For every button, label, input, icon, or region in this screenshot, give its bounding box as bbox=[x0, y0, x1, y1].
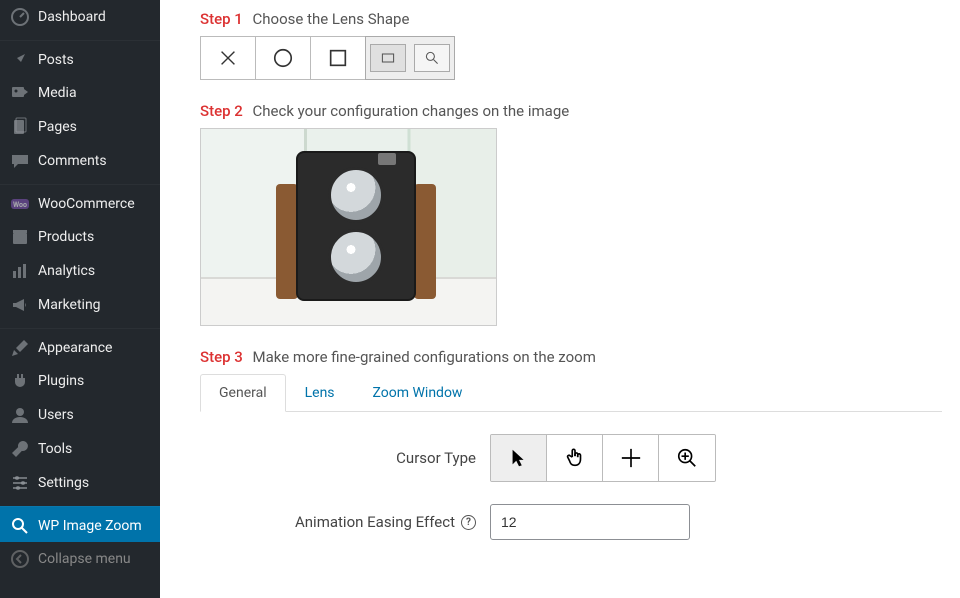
step2-text: Check your configuration changes on the … bbox=[253, 102, 570, 120]
step3-text: Make more fine-grained configurations on… bbox=[253, 348, 596, 366]
easing-row: Animation Easing Effect ? bbox=[200, 504, 942, 540]
lens-option-square[interactable] bbox=[310, 36, 366, 80]
cursor-type-label: Cursor Type bbox=[396, 449, 476, 467]
step2-section: Step 2 Check your configuration changes … bbox=[200, 102, 942, 326]
sidebar-item-label: Tools bbox=[38, 441, 72, 457]
step1-text: Choose the Lens Shape bbox=[253, 10, 410, 28]
sidebar-item-pages[interactable]: Pages bbox=[0, 110, 160, 144]
lens-option-window-group[interactable] bbox=[365, 36, 455, 80]
woocommerce-icon: Woo bbox=[10, 194, 30, 214]
user-icon bbox=[10, 405, 30, 425]
easing-input[interactable] bbox=[490, 504, 690, 540]
cursor-option-default[interactable] bbox=[491, 435, 547, 481]
lens-shape-options bbox=[200, 36, 942, 80]
tab-zoom-window[interactable]: Zoom Window bbox=[354, 374, 482, 412]
easing-label: Animation Easing Effect bbox=[295, 513, 455, 531]
wrench-icon bbox=[10, 439, 30, 459]
lens-window-preview-icon bbox=[370, 44, 406, 72]
step1-section: Step 1 Choose the Lens Shape bbox=[200, 10, 942, 80]
step1-number: Step 1 bbox=[200, 10, 243, 28]
sidebar-item-label: WP Image Zoom bbox=[38, 518, 142, 534]
sidebar-item-comments[interactable]: Comments bbox=[0, 144, 160, 178]
tab-general[interactable]: General bbox=[200, 374, 286, 412]
config-tabs: General Lens Zoom Window bbox=[200, 374, 942, 412]
dashboard-icon bbox=[10, 7, 30, 27]
help-icon[interactable]: ? bbox=[461, 515, 476, 530]
sidebar-item-users[interactable]: Users bbox=[0, 398, 160, 432]
sidebar-item-label: WooCommerce bbox=[38, 196, 135, 212]
lens-option-none[interactable] bbox=[200, 36, 256, 80]
collapse-icon bbox=[10, 549, 30, 569]
sidebar-item-label: Users bbox=[38, 407, 74, 423]
cursor-option-crosshair[interactable] bbox=[603, 435, 659, 481]
svg-text:Woo: Woo bbox=[13, 201, 27, 209]
sidebar-item-label: Settings bbox=[38, 475, 89, 491]
sidebar-item-label: Dashboard bbox=[38, 9, 106, 25]
sidebar-item-posts[interactable]: Posts bbox=[0, 40, 160, 76]
sidebar-item-label: Analytics bbox=[38, 263, 95, 279]
plug-icon bbox=[10, 371, 30, 391]
sidebar-item-label: Marketing bbox=[38, 297, 101, 313]
sidebar-item-dashboard[interactable]: Dashboard bbox=[0, 0, 160, 34]
comments-icon bbox=[10, 151, 30, 171]
step3-section: Step 3 Make more fine-grained configurat… bbox=[200, 348, 942, 540]
sidebar-item-label: Products bbox=[38, 229, 94, 245]
sidebar-item-woocommerce[interactable]: Woo WooCommerce bbox=[0, 184, 160, 220]
cursor-option-zoom-in[interactable] bbox=[659, 435, 715, 481]
sidebar-item-appearance[interactable]: Appearance bbox=[0, 328, 160, 364]
pages-icon bbox=[10, 117, 30, 137]
analytics-icon bbox=[10, 261, 30, 281]
sidebar-item-settings[interactable]: Settings bbox=[0, 466, 160, 500]
sidebar-item-media[interactable]: Media bbox=[0, 76, 160, 110]
step2-number: Step 2 bbox=[200, 102, 243, 120]
step3-number: Step 3 bbox=[200, 348, 243, 366]
media-icon bbox=[10, 83, 30, 103]
settings-icon bbox=[10, 473, 30, 493]
sidebar-collapse[interactable]: Collapse menu bbox=[0, 542, 160, 576]
sidebar-item-label: Appearance bbox=[38, 340, 112, 356]
cursor-option-pointer[interactable] bbox=[547, 435, 603, 481]
megaphone-icon bbox=[10, 295, 30, 315]
sidebar-item-marketing[interactable]: Marketing bbox=[0, 288, 160, 322]
sidebar-item-analytics[interactable]: Analytics bbox=[0, 254, 160, 288]
pin-icon bbox=[10, 50, 30, 70]
sidebar-item-wp-image-zoom[interactable]: WP Image Zoom bbox=[0, 506, 160, 542]
sidebar-item-label: Media bbox=[38, 85, 77, 101]
sidebar-item-tools[interactable]: Tools bbox=[0, 432, 160, 466]
sidebar-item-label: Collapse menu bbox=[38, 551, 131, 567]
lens-window-zoom-icon bbox=[414, 44, 450, 72]
cursor-type-options bbox=[490, 434, 716, 482]
lens-option-circle[interactable] bbox=[255, 36, 311, 80]
sidebar-item-label: Pages bbox=[38, 119, 77, 135]
sidebar-item-label: Posts bbox=[38, 52, 74, 68]
products-icon bbox=[10, 227, 30, 247]
zoom-preview-image[interactable] bbox=[200, 128, 497, 326]
sidebar-item-label: Comments bbox=[38, 153, 107, 169]
tab-lens[interactable]: Lens bbox=[286, 374, 354, 412]
sidebar-item-label: Plugins bbox=[38, 373, 84, 389]
wp-admin-sidebar: Dashboard Posts Media Pages Comments Woo… bbox=[0, 0, 160, 598]
magnifier-icon bbox=[10, 516, 30, 536]
brush-icon bbox=[10, 338, 30, 358]
sidebar-item-products[interactable]: Products bbox=[0, 220, 160, 254]
sidebar-item-plugins[interactable]: Plugins bbox=[0, 364, 160, 398]
cursor-type-row: Cursor Type bbox=[200, 434, 942, 482]
settings-panel: Step 1 Choose the Lens Shape bbox=[160, 0, 960, 598]
